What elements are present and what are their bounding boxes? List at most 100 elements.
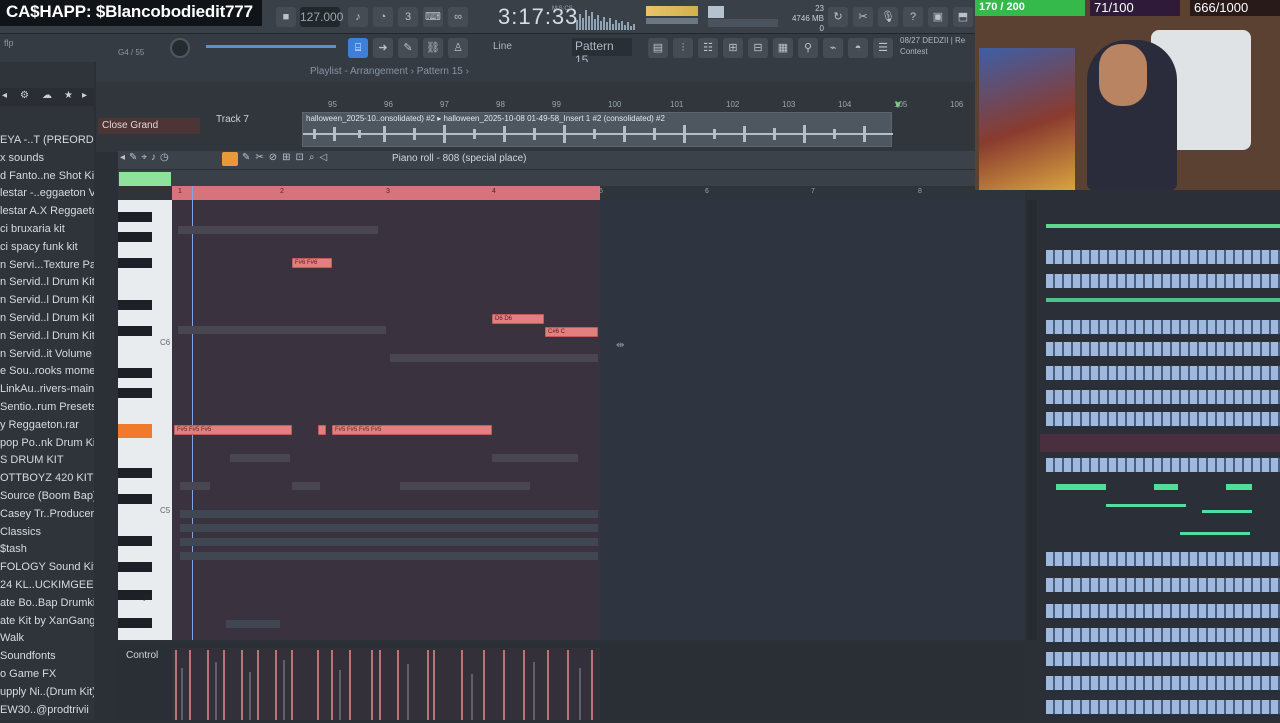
browser-item[interactable]: ate Bo..Bap Drumkit <box>0 595 94 613</box>
browser-item[interactable]: ci bruxaria kit <box>0 221 94 239</box>
piano-keyboard[interactable]: C6 C5 <box>118 200 172 640</box>
note[interactable]: D6 D6 <box>492 314 544 324</box>
snap-select[interactable]: Line <box>490 38 544 56</box>
master-slider[interactable] <box>206 45 336 48</box>
browser-item[interactable]: n Servid..l Drum Kit 4 <box>0 292 94 310</box>
step-row[interactable] <box>1046 320 1280 334</box>
note[interactable] <box>318 425 326 435</box>
draw-tool-icon[interactable] <box>222 152 238 166</box>
browser-item[interactable]: n Servid..l Drum Kit 6 <box>0 328 94 346</box>
browser-item[interactable]: n Servid..l Drum Kit 5 <box>0 310 94 328</box>
browser-item[interactable]: e Sou..rooks moment <box>0 363 94 381</box>
tempo-tap-icon[interactable]: ⌁ <box>823 38 843 58</box>
mixer-icon[interactable]: ☷ <box>698 38 718 58</box>
black-key[interactable] <box>118 326 152 336</box>
save-icon[interactable]: ▣ <box>928 7 948 27</box>
tempo-display[interactable]: 127.000 <box>300 7 343 27</box>
project-icon[interactable]: ▦ <box>773 38 793 58</box>
browser-item[interactable]: FOLOGY Sound Kit <box>0 559 94 577</box>
step-row[interactable] <box>1046 458 1280 472</box>
browser-item[interactable]: n Servid..it Volume 5 <box>0 346 94 364</box>
cut-icon[interactable]: ✂ <box>853 7 873 27</box>
browser-item[interactable]: ci spacy funk kit <box>0 239 94 257</box>
pattern-selector[interactable]: Pattern 15 <box>572 38 632 67</box>
browser-item[interactable]: lestar A.X Reggaeton <box>0 203 94 221</box>
browser-item[interactable]: o Game FX <box>0 666 94 684</box>
countdown-icon[interactable]: 3 <box>398 7 418 27</box>
step-row[interactable] <box>1046 628 1280 642</box>
star-icon[interactable]: ★ <box>64 90 73 101</box>
black-key[interactable] <box>118 368 152 378</box>
plugin-icon[interactable]: ⊞ <box>723 38 743 58</box>
track-name[interactable]: Track 7 <box>216 114 249 125</box>
search-icon[interactable]: ⚙ <box>20 90 29 101</box>
stamp-icon[interactable]: ♙ <box>448 38 468 58</box>
black-key[interactable] <box>118 468 152 478</box>
step-row[interactable] <box>1046 366 1280 380</box>
back-icon[interactable]: ◂ <box>2 90 7 101</box>
black-key[interactable] <box>118 494 152 504</box>
note[interactable]: F#6 F#6 <box>292 258 332 268</box>
browser-item[interactable]: pop Po..nk Drum Kit <box>0 435 94 453</box>
wait-icon[interactable]: ◔ <box>373 7 393 27</box>
browser-item[interactable]: n Servi...Texture Pack <box>0 257 94 275</box>
step-row[interactable] <box>1046 412 1280 426</box>
step-row[interactable] <box>1046 552 1280 566</box>
playlist-ruler[interactable]: 95 96 97 98 99 100 101 102 103 104 105 1… <box>300 100 963 112</box>
browser-item[interactable]: LinkAu..rivers-main <box>0 381 94 399</box>
forward-icon[interactable]: ▸ <box>82 90 87 101</box>
mic-icon[interactable]: 🎙 <box>878 7 898 27</box>
browser-item[interactable]: EYA -..T (PREORDER) <box>0 132 94 150</box>
browser-item[interactable]: y Reggaeton.rar <box>0 417 94 435</box>
browser-item[interactable]: $tash <box>0 541 94 559</box>
render-icon[interactable]: ⬒ <box>953 7 973 27</box>
browser-item[interactable]: upply Ni..(Drum Kit) <box>0 684 94 702</box>
browser-item[interactable]: Classics <box>0 524 94 542</box>
step-row[interactable] <box>1046 578 1280 592</box>
browser-item[interactable]: Walk <box>0 630 94 648</box>
browser-item[interactable]: ate Kit by XanGang <box>0 613 94 631</box>
step-row[interactable] <box>1046 652 1280 666</box>
step-row[interactable] <box>1046 390 1280 404</box>
channel-rack-icon[interactable]: ⫶ <box>673 38 693 58</box>
help-icon[interactable]: ? <box>903 7 923 27</box>
browser-icon[interactable]: ⊟ <box>748 38 768 58</box>
browser-item[interactable]: d Fanto..ne Shot Kit <box>0 168 94 186</box>
step-edit-icon[interactable]: ⌨ <box>423 7 443 27</box>
black-key[interactable] <box>118 388 152 398</box>
browser-item[interactable]: n Servid..l Drum Kit 1 <box>0 274 94 292</box>
black-key[interactable] <box>118 212 152 222</box>
arrow-right-icon[interactable]: ➜ <box>373 38 393 58</box>
pencil-icon[interactable]: ✎ <box>398 38 418 58</box>
black-key[interactable] <box>118 618 152 628</box>
step-row[interactable] <box>1046 676 1280 690</box>
play-button[interactable]: ■ <box>276 7 296 27</box>
step-row[interactable] <box>1046 700 1280 714</box>
master-knob[interactable] <box>170 38 190 58</box>
piano-roll-scrollbar[interactable] <box>1027 200 1037 640</box>
cloud-icon[interactable]: ☁ <box>42 90 52 101</box>
black-key[interactable] <box>118 562 152 572</box>
step-row[interactable] <box>1046 250 1280 264</box>
browser-item[interactable]: EW30..@prodtrivii <box>0 702 94 720</box>
browser-item[interactable]: x sounds <box>0 150 94 168</box>
browser-item[interactable]: lestar -..eggaeton V2 <box>0 185 94 203</box>
piano-roll-icon[interactable]: ⌸ <box>348 38 368 58</box>
step-row[interactable] <box>1046 604 1280 618</box>
notes-icon[interactable]: ☰ <box>873 38 893 58</box>
selected-channel-row[interactable] <box>1040 434 1280 452</box>
record-icon[interactable]: ◓ <box>848 38 868 58</box>
plug-icon[interactable]: ⚲ <box>798 38 818 58</box>
playlist-icon[interactable]: ▤ <box>648 38 668 58</box>
browser-item[interactable]: 24 KL..UCKIMGEEKED <box>0 577 94 595</box>
link-icon[interactable]: ⛓ <box>423 38 443 58</box>
note[interactable]: C#6 C <box>545 327 598 337</box>
black-key[interactable] <box>118 536 152 546</box>
black-key[interactable] <box>118 258 152 268</box>
browser-item[interactable]: OTTBOYZ 420 KIT <box>0 470 94 488</box>
control-label[interactable]: Control <box>126 650 158 661</box>
track-label[interactable]: Close Grand <box>98 118 200 134</box>
black-key[interactable] <box>118 232 152 242</box>
piano-roll-tool-icons[interactable]: ◂✎⌖♪◷ <box>120 152 173 163</box>
step-row[interactable] <box>1046 342 1280 356</box>
